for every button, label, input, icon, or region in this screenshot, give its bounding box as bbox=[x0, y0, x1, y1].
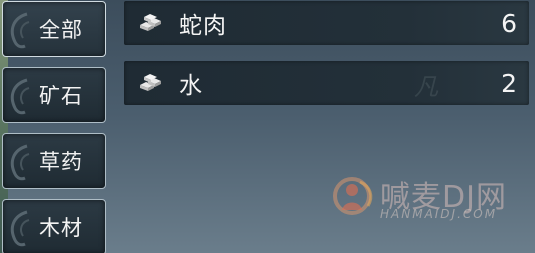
faint-watermark-glyph: 凡 bbox=[414, 73, 438, 101]
item-name: 水 bbox=[179, 73, 203, 99]
ingot-stack-icon bbox=[140, 14, 161, 31]
site-logo-icon bbox=[333, 177, 373, 215]
watermark-site-url: HANMAIDJ.COM bbox=[380, 207, 498, 221]
category-tabs: 全部 矿石 草药 木材 bbox=[0, 0, 115, 253]
item-row-snake-meat[interactable]: 蛇肉 6 bbox=[124, 1, 529, 45]
item-name: 蛇肉 bbox=[179, 13, 227, 39]
tab-wood[interactable]: 木材 bbox=[2, 199, 106, 253]
tab-ore[interactable]: 矿石 bbox=[2, 67, 106, 123]
tab-all-label: 全部 bbox=[39, 18, 83, 42]
item-row-water[interactable]: 水 凡 2 bbox=[124, 61, 529, 105]
tab-herb-label: 草药 bbox=[39, 150, 83, 174]
tab-all[interactable]: 全部 bbox=[2, 1, 106, 57]
ingot-stack-icon bbox=[140, 74, 161, 91]
tab-ore-label: 矿石 bbox=[39, 84, 83, 108]
tab-wood-label: 木材 bbox=[39, 216, 83, 240]
item-count: 2 bbox=[501, 68, 517, 98]
tab-herb[interactable]: 草药 bbox=[2, 133, 106, 189]
item-count: 6 bbox=[501, 8, 517, 38]
